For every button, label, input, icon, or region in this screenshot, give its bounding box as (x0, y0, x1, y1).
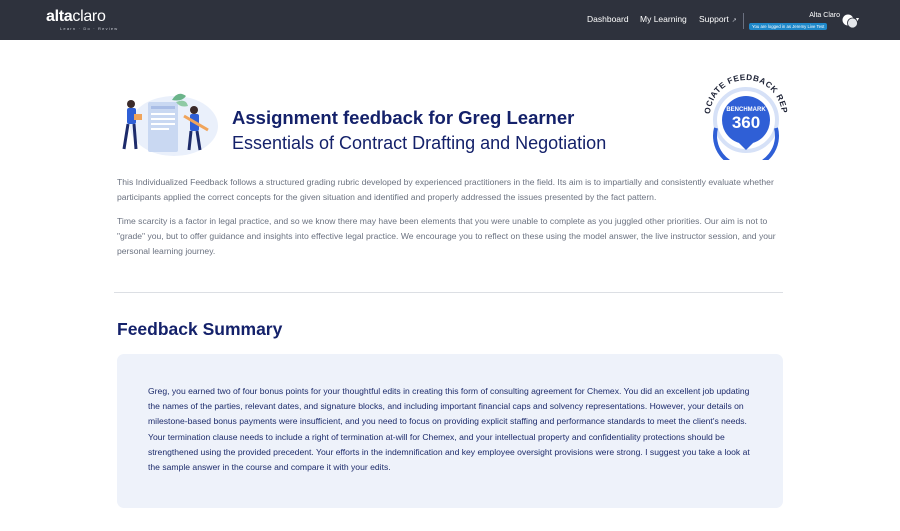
page-title: Assignment feedback for Greg Learner (232, 107, 575, 128)
nav-dashboard[interactable]: Dashboard (587, 14, 629, 24)
benchmark-360-badge: ASSOCIATE FEEDBACK REPORT BENCHMARK 360 (696, 68, 788, 160)
people-with-document-illustration (122, 93, 218, 156)
altaclaro-logo[interactable]: altaclaro Learn · Do · Review (46, 8, 118, 31)
badge-number: 360 (732, 113, 760, 132)
feedback-summary-heading: Feedback Summary (117, 319, 283, 339)
feedback-summary-card: Greg, you earned two of four bonus point… (117, 354, 783, 508)
chevron-down-icon[interactable]: ▾ (856, 16, 859, 23)
nav-support-label: Support (699, 14, 729, 24)
section-divider (114, 292, 783, 293)
nav-my-learning[interactable]: My Learning (640, 14, 687, 24)
intro-paragraph-2: Time scarcity is a factor in legal pract… (117, 216, 776, 256)
course-subtitle: Essentials of Contract Drafting and Nego… (232, 133, 607, 153)
external-link-icon: ↗ (731, 18, 737, 24)
logged-in-as-badge: You are logged in as Jeremy Live Test (749, 23, 828, 30)
top-navbar: altaclaro Learn · Do · Review Dashboard … (0, 0, 900, 40)
logo-tagline: Learn · Do · Review (60, 26, 119, 31)
user-name: Alta Claro (809, 12, 840, 19)
feedback-summary-text: Greg, you earned two of four bonus point… (148, 386, 750, 473)
logo-wordmark: altaclaro (46, 8, 106, 25)
nav-divider (743, 13, 744, 29)
nav-support[interactable]: Support ↗ (699, 14, 737, 24)
intro-paragraph-1: This Individualized Feedback follows a s… (117, 177, 774, 202)
